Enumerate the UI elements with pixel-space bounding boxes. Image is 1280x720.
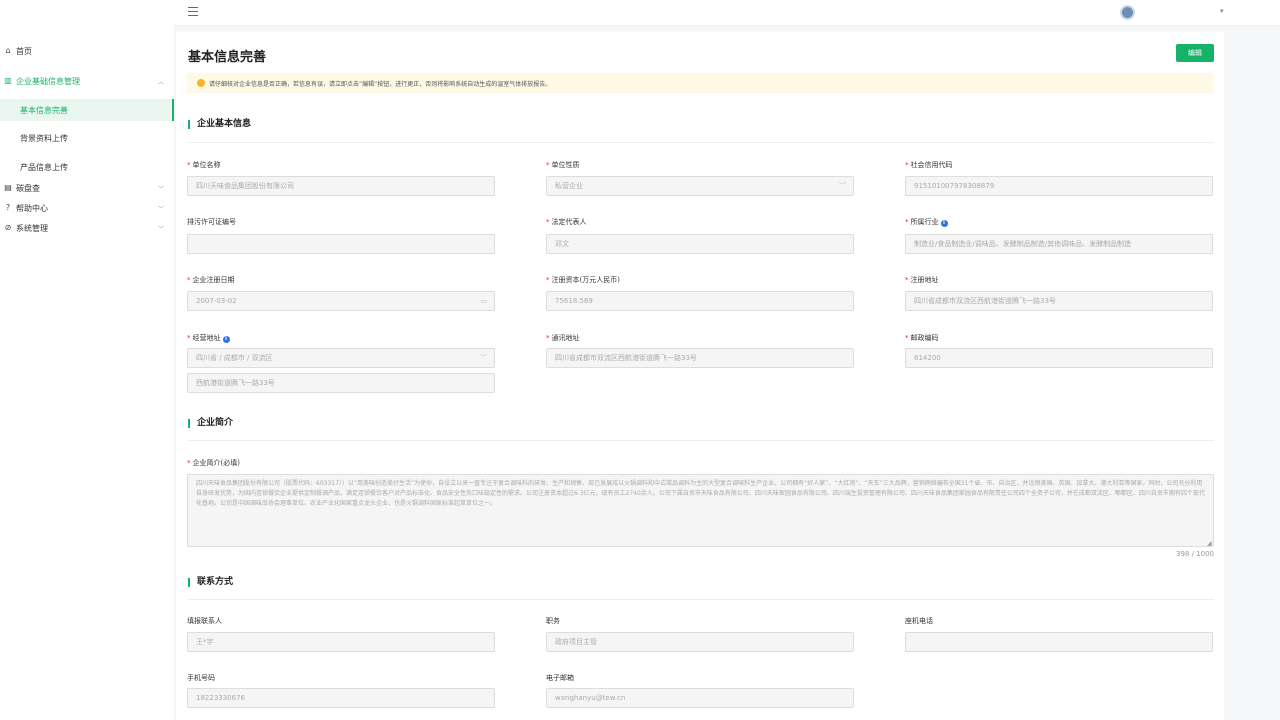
reg-date-label: * 企业注册日期	[187, 276, 235, 284]
capital-label: * 注册资本(万元人民币)	[546, 276, 620, 284]
legal-rep-label: * 法定代表人	[546, 218, 587, 226]
nav-sub-background-label: 背景资料上传	[20, 133, 68, 143]
biz-address-label: * 经营地址 i	[187, 333, 230, 343]
notice-text: 请仔细核对企业信息是否正确，若信息有误，请立即点击“编辑”按钮，进行更正，否则将…	[209, 80, 552, 88]
capital-field[interactable]: 75618.569	[546, 291, 854, 311]
info-icon[interactable]: i	[940, 220, 948, 227]
user-avatar[interactable]	[1120, 5, 1135, 20]
landline-label: 座机电话	[905, 617, 933, 625]
nav-home[interactable]: ⌂ 首页	[0, 41, 174, 61]
nav-group-enterprise-label: 企业基础信息管理	[16, 76, 80, 86]
permit-field[interactable]	[187, 234, 495, 254]
warning-icon	[197, 79, 205, 87]
calendar-icon: ▭	[480, 297, 487, 305]
nav-sub-basic-info[interactable]: 基本信息完善	[0, 99, 174, 121]
chevron-down-icon: ﹀	[158, 225, 165, 233]
home-icon: ⌂	[5, 46, 11, 55]
section-title-contact: 联系方式	[188, 578, 233, 587]
unit-name-field[interactable]: 四川天味食品集团股份有限公司	[187, 176, 495, 196]
nav-sub-product-label: 产品信息上传	[20, 162, 68, 172]
unit-type-select[interactable]: 私营企业 ﹀	[546, 176, 854, 196]
mobile-label: 手机号码	[187, 674, 215, 682]
biz-region-select[interactable]: 四川省 / 成都市 / 双流区 ﹀	[187, 348, 495, 368]
chevron-down-icon: ﹀	[480, 354, 487, 362]
section-title-basic: 企业基本信息	[188, 120, 251, 129]
building-icon: ▥	[4, 76, 12, 85]
reg-date-picker[interactable]: 2007-03-02 ▭	[187, 291, 495, 311]
landline-field[interactable]	[905, 632, 1213, 652]
nav-carbon-label: 碳盘查	[16, 183, 40, 193]
unit-name-label: * 单位名称	[187, 161, 221, 169]
nav-help[interactable]: ? 帮助中心 ﹀	[0, 198, 174, 218]
intro-textarea[interactable]: 四川天味食品集团股份有限公司（股票代码：603317））以“用美味创造美好生活”…	[187, 474, 1214, 547]
credit-code-field[interactable]: 915101007978308879	[905, 176, 1213, 196]
nav-system-label: 系统管理	[16, 223, 48, 233]
contact-person-field[interactable]: 王*宇	[187, 632, 495, 652]
caret-down-icon[interactable]: ▾	[1220, 7, 1224, 15]
credit-code-label: * 社会信用代码	[905, 161, 953, 169]
clipboard-icon: ▤	[4, 183, 12, 192]
nav-sub-basic-info-label: 基本信息完善	[20, 105, 68, 115]
nav-group-enterprise[interactable]: ▥ 企业基础信息管理 ︿	[0, 71, 174, 91]
settings-icon: ⊘	[4, 223, 12, 232]
reg-address-field[interactable]: 四川省成都市双流区西航港街道腾飞一路33号	[905, 291, 1213, 311]
section-title-intro: 企业简介	[188, 419, 233, 428]
chevron-down-icon: ﹀	[839, 182, 846, 190]
contact-person-label: 填报联系人	[187, 617, 222, 625]
chevron-down-icon: ﹀	[158, 205, 165, 213]
permit-label: 排污许可证编号	[187, 218, 236, 226]
main-panel: 基本信息完善 编辑 请仔细核对企业信息是否正确，若信息有误，请立即点击“编辑”按…	[176, 32, 1224, 720]
biz-street-field[interactable]: 西航港街道腾飞一路33号	[187, 373, 495, 393]
nav-home-label: 首页	[16, 46, 32, 56]
info-icon[interactable]: i	[222, 336, 230, 343]
chevron-down-icon: ﹀	[158, 185, 165, 193]
mail-address-label: * 通讯地址	[546, 334, 580, 342]
help-icon: ?	[5, 203, 11, 212]
menu-fold-icon[interactable]	[188, 7, 198, 16]
mobile-field[interactable]: 18223330676	[187, 688, 495, 708]
unit-type-label: * 单位性质	[546, 161, 580, 169]
edit-button[interactable]: 编辑	[1176, 44, 1214, 62]
legal-rep-field[interactable]: 邓文	[546, 234, 854, 254]
email-field[interactable]: wanghanyu@tew.cn	[546, 688, 854, 708]
warning-notice: 请仔细核对企业信息是否正确，若信息有误，请立即点击“编辑”按钮，进行更正，否则将…	[187, 73, 1213, 93]
email-label: 电子邮箱	[546, 674, 574, 682]
nav-system[interactable]: ⊘ 系统管理 ﹀	[0, 218, 174, 238]
divider	[188, 599, 1214, 600]
nav-help-label: 帮助中心	[16, 203, 48, 213]
divider	[188, 440, 1214, 441]
sidebar: ⌂ 首页 ▥ 企业基础信息管理 ︿ 基本信息完善 背景资料上传 产品信息上传 ▤…	[0, 0, 174, 720]
top-bar: ▾	[174, 0, 1280, 26]
nav-sub-background[interactable]: 背景资料上传	[0, 127, 174, 149]
char-counter: 398 / 1000	[1176, 550, 1214, 558]
mail-address-field[interactable]: 四川省成都市双流区西航港街道腾飞一路33号	[546, 348, 854, 368]
postcode-field[interactable]: 614200	[905, 348, 1213, 368]
intro-label: * 企业简介(必填)	[187, 459, 240, 467]
page-title: 基本信息完善	[188, 50, 267, 65]
resize-handle-icon[interactable]: ◢	[1207, 540, 1212, 547]
chevron-up-icon: ︿	[158, 78, 165, 86]
position-field[interactable]: 政府项目主管	[546, 632, 854, 652]
nav-sub-product[interactable]: 产品信息上传	[0, 156, 174, 178]
postcode-label: * 邮政编码	[905, 334, 939, 342]
nav-carbon[interactable]: ▤ 碳盘查 ﹀	[0, 178, 174, 198]
position-label: 职务	[546, 617, 560, 625]
divider	[188, 142, 1214, 143]
reg-address-label: * 注册地址	[905, 276, 939, 284]
industry-label: * 所属行业 i	[905, 217, 948, 227]
industry-field[interactable]: 制造业/食品制造业/调味品、发酵制品制造/其他调味品、发酵制品制造	[905, 234, 1213, 254]
